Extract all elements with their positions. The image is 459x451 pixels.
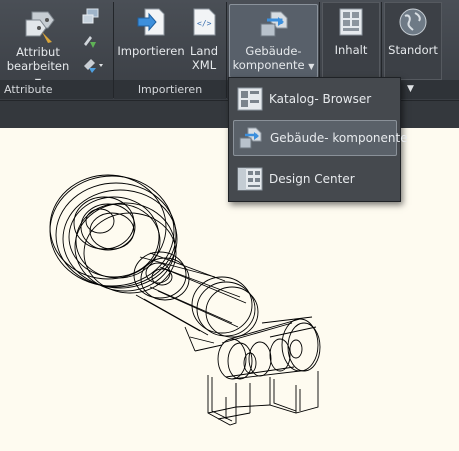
import-panel-footer: Importieren: [114, 80, 226, 99]
building-component-button[interactable]: Gebäude- komponente ▼: [229, 4, 318, 78]
attribute-panel-title: Attribute: [4, 83, 53, 96]
landxml-icon: </>: [189, 6, 219, 38]
location-button[interactable]: Standort: [384, 2, 442, 80]
location-label: Standort: [388, 43, 438, 57]
attribute-manager-icon[interactable]: [81, 7, 99, 25]
building-component-dropdown: Katalog- Browser Gebäude- komponente Des…: [228, 77, 408, 202]
edit-attribute-button[interactable]: Attribut bearbeiten ▼: [4, 6, 72, 86]
building-component-label-2: komponente ▼: [232, 58, 315, 72]
building-component-icon: [257, 8, 291, 40]
menu-item-label: Katalog- Browser: [269, 92, 372, 106]
menu-item-design-center[interactable]: Design Center: [233, 162, 395, 196]
location-globe-icon: [397, 6, 429, 38]
building-component-label-1: Gebäude-: [245, 44, 302, 58]
menu-item-label: Gebäude- komponente: [270, 131, 408, 145]
import-panel-title: Importieren: [137, 83, 203, 96]
attribute-panel-footer: Attribute: [0, 80, 113, 99]
menu-item-label: Design Center: [269, 172, 355, 186]
tag-icon: [18, 6, 58, 44]
import-label: Importieren: [117, 44, 185, 58]
design-center-icon: [237, 167, 263, 204]
content-button[interactable]: Inhalt: [322, 2, 380, 80]
import-icon: [135, 6, 167, 38]
import-button[interactable]: Importieren: [117, 6, 185, 62]
content-icon: [337, 6, 365, 38]
building-component-icon: [238, 126, 264, 163]
menu-item-catalog-browser[interactable]: Katalog- Browser: [233, 82, 395, 116]
attribute-extract-icon[interactable]: [81, 56, 105, 74]
catalog-browser-icon: [237, 87, 263, 124]
content-label: Inhalt: [334, 43, 368, 57]
panel-expand-arrow-icon[interactable]: ▼: [407, 84, 414, 94]
svg-text:</>: </>: [197, 19, 212, 28]
menu-item-building-component[interactable]: Gebäude- komponente: [233, 120, 408, 156]
landxml-label-1: Land: [189, 44, 219, 58]
edit-attribute-label-1: Attribut: [16, 45, 60, 59]
attribute-sync-icon[interactable]: [81, 32, 99, 50]
landxml-label-2: XML: [191, 58, 217, 72]
landxml-button[interactable]: </> Land XML: [186, 6, 222, 76]
chevron-down-icon: ▼: [308, 62, 315, 71]
